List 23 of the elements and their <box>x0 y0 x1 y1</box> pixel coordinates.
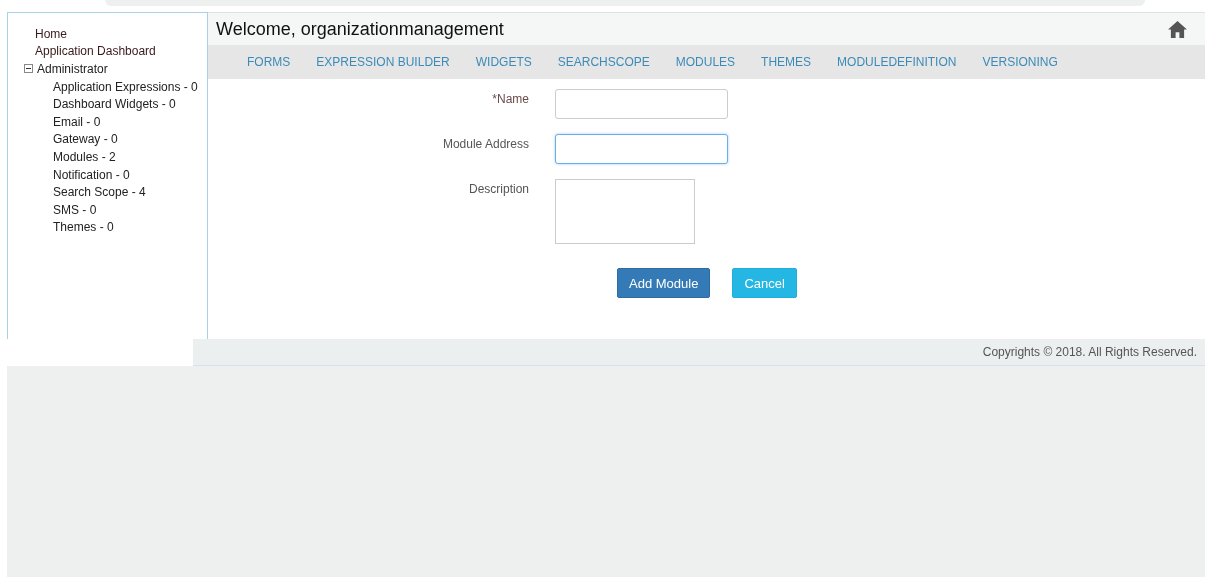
sidebar-item[interactable]: Modules - 2 <box>53 149 116 164</box>
copyright-text: Copyrights © 2018. All Rights Reserved. <box>982 345 1197 359</box>
sidebar-item[interactable]: Gateway - 0 <box>53 132 118 147</box>
welcome-title: Welcome, organizationmanagement <box>216 18 504 40</box>
sidebar-item[interactable]: Search Scope - 4 <box>53 185 146 200</box>
sidebar-link[interactable]: Application Dashboard <box>35 44 156 59</box>
sidebar-item[interactable]: Application Expressions - 0 <box>53 79 198 94</box>
collapse-icon[interactable] <box>24 64 33 74</box>
field-label: Description <box>467 181 529 196</box>
sidebar-item[interactable]: Notification - 0 <box>53 167 130 182</box>
text-field[interactable] <box>555 134 728 164</box>
sidebar-link[interactable]: Home <box>35 26 67 41</box>
sidebar-item[interactable]: Email - 0 <box>53 114 101 129</box>
sidebar-item[interactable]: SMS - 0 <box>53 202 97 217</box>
add-button[interactable]: Add Module <box>617 268 711 298</box>
description-field[interactable] <box>555 179 695 244</box>
field-label: *Name <box>491 91 529 106</box>
home-icon[interactable] <box>1168 20 1187 38</box>
sidebar-item[interactable]: Themes - 0 <box>53 220 114 235</box>
sidebar-item[interactable]: Dashboard Widgets - 0 <box>53 97 176 112</box>
sidebar-item[interactable]: Administrator <box>37 62 108 76</box>
text-field[interactable] <box>555 89 728 119</box>
field-label: Module Address <box>441 136 529 151</box>
